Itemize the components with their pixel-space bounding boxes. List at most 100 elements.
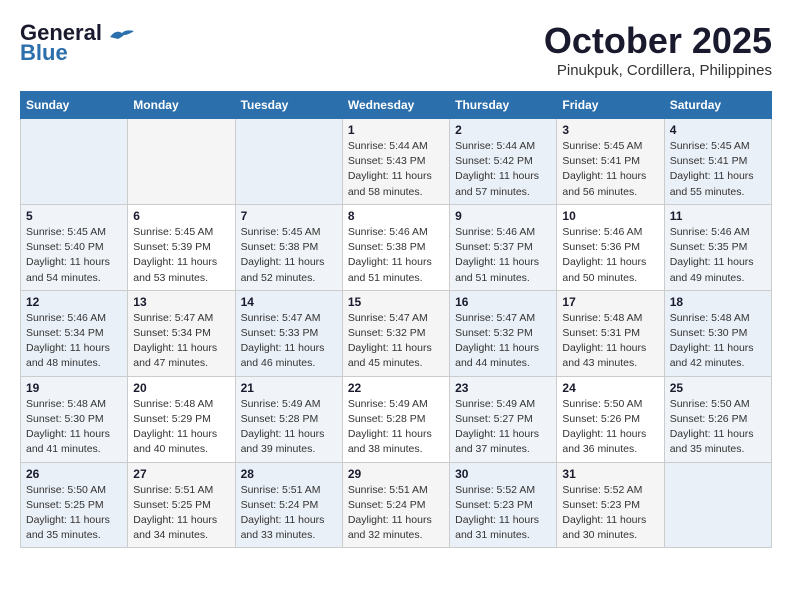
day-info: Sunrise: 5:49 AMSunset: 5:28 PMDaylight:… (241, 397, 337, 458)
sunrise-info: Sunrise: 5:45 AM (562, 140, 642, 152)
sunset-info: Sunset: 5:30 PM (26, 413, 104, 425)
sunset-info: Sunset: 5:34 PM (133, 327, 211, 339)
day-number: 2 (455, 123, 551, 137)
sunset-info: Sunset: 5:32 PM (348, 327, 426, 339)
daylight-hours: Daylight: 11 hours and 40 minutes. (133, 428, 217, 455)
sunrise-info: Sunrise: 5:45 AM (241, 226, 321, 238)
sunset-info: Sunset: 5:39 PM (133, 241, 211, 253)
calendar-cell: 8 Sunrise: 5:46 AMSunset: 5:38 PMDaylight… (342, 204, 449, 290)
day-number: 19 (26, 381, 122, 395)
day-info: Sunrise: 5:52 AMSunset: 5:23 PMDaylight:… (455, 483, 551, 544)
daylight-hours: Daylight: 11 hours and 42 minutes. (670, 342, 754, 369)
sunrise-info: Sunrise: 5:50 AM (562, 398, 642, 410)
calendar-cell: 6Sunrise: 5:45 AMSunset: 5:39 PMDaylight… (128, 204, 235, 290)
page-header: General Blue October 2025 Pinukpuk, Cord… (20, 20, 772, 79)
day-number: 25 (670, 381, 766, 395)
sunset-info: Sunset: 5:33 PM (241, 327, 319, 339)
day-info: Sunrise: 5:46 AMSunset: 5:36 PMDaylight:… (562, 225, 658, 286)
sunset-info: Sunset: 5:37 PM (455, 241, 533, 253)
day-info: Sunrise: 5:47 AM Sunset: 5:32 PM Daylight:… (348, 311, 444, 372)
calendar-cell: 12Sunrise: 5:46 AMSunset: 5:34 PMDayligh… (21, 290, 128, 376)
calendar-cell: 20Sunrise: 5:48 AMSunset: 5:29 PMDayligh… (128, 376, 235, 462)
calendar-cell: 4Sunrise: 5:45 AMSunset: 5:41 PMDaylight… (664, 119, 771, 205)
daylight-hours: Daylight: 11 hours and 46 minutes. (241, 342, 325, 369)
calendar-cell: 24 Sunrise: 5:50 AM Sunset: 5:26 PM Dayligh… (557, 376, 664, 462)
sunrise-info: Sunrise: 5:47 AM (348, 312, 428, 324)
day-info: Sunrise: 5:51 AMSunset: 5:24 PMDaylight:… (348, 483, 444, 544)
calendar-cell: 21Sunrise: 5:49 AMSunset: 5:28 PMDayligh… (235, 376, 342, 462)
sunset-info: Sunset: 5:24 PM (348, 499, 426, 511)
header-thursday: Thursday (450, 92, 557, 119)
daylight-hours: Daylight: 11 hours and 55 minutes. (670, 170, 754, 197)
day-number: 5 (26, 209, 122, 223)
day-info: Sunrise: 5:50 AM Sunset: 5:26 PM Daylight:… (562, 397, 658, 458)
sunset-info: Sunset: 5:26 PM (562, 413, 640, 425)
day-number: 24 (562, 381, 658, 395)
day-info: Sunrise: 5:50 AMSunset: 5:26 PMDaylight:… (670, 397, 766, 458)
day-number: 10 (562, 209, 658, 223)
daylight-hours: Daylight: 11 hours and 38 minutes. (348, 428, 432, 455)
sunrise-info: Sunrise: 5:47 AM (133, 312, 213, 324)
daylight-hours: Daylight: 11 hours and 37 minutes. (455, 428, 539, 455)
day-info: Sunrise: 5:48 AMSunset: 5:30 PMDaylight:… (670, 311, 766, 372)
day-info: Sunrise: 5:47 AM Sunset: 5:33 PM Daylight:… (241, 311, 337, 372)
calendar-cell: 11Sunrise: 5:46 AMSunset: 5:35 PMDayligh… (664, 204, 771, 290)
sunrise-info: Sunrise: 5:46 AM (26, 312, 106, 324)
daylight-hours: Daylight: 11 hours and 35 minutes. (670, 428, 754, 455)
calendar-cell: 14Sunrise: 5:47 AMSunset: 5:33 PMDayligh… (235, 290, 342, 376)
daylight-hours: Daylight: 11 hours and 53 minutes. (133, 256, 217, 283)
sunrise-info: Sunrise: 5:44 AM (348, 140, 428, 152)
day-number: 7 (241, 209, 337, 223)
calendar-cell: 5Sunrise: 5:45 AMSunset: 5:40 PMDaylight… (21, 204, 128, 290)
sunrise-info: Sunrise: 5:46 AM (670, 226, 750, 238)
day-info: Sunrise: 5:47 AMSunset: 5:32 PMDaylight:… (455, 311, 551, 372)
sunrise-info: Sunrise: 5:44 AM (455, 140, 535, 152)
daylight-hours: Daylight: 11 hours and 51 minutes. (455, 256, 539, 283)
sunrise-info: Sunrise: 5:45 AM (133, 226, 213, 238)
day-number: 13 (133, 295, 229, 309)
daylight-hours: Daylight: 11 hours and 58 minutes. (348, 170, 432, 197)
daylight-hours: Daylight: 11 hours and 43 minutes. (562, 342, 646, 369)
sunset-info: Sunset: 5:27 PM (455, 413, 533, 425)
calendar-cell: 9Sunrise: 5:46 AMSunset: 5:37 PMDaylight… (450, 204, 557, 290)
sunrise-info: Sunrise: 5:50 AM (26, 484, 106, 496)
day-number: 26 (26, 467, 122, 481)
day-number: 8 (348, 209, 444, 223)
day-number: 22 (348, 381, 444, 395)
daylight-hours: Daylight: 11 hours and 57 minutes. (455, 170, 539, 197)
calendar-cell: 18Sunrise: 5:48 AMSunset: 5:30 PMDayligh… (664, 290, 771, 376)
sunset-info: Sunset: 5:40 PM (26, 241, 104, 253)
sunrise-info: Sunrise: 5:47 AM (241, 312, 321, 324)
sunrise-info: Sunrise: 5:46 AM (455, 226, 535, 238)
logo-text-blue: Blue (20, 40, 68, 66)
calendar-cell: 16Sunrise: 5:47 AMSunset: 5:32 PMDayligh… (450, 290, 557, 376)
day-info: Sunrise: 5:50 AM Sunset: 5:25 PM Daylight:… (26, 483, 122, 544)
header-tuesday: Tuesday (235, 92, 342, 119)
sunrise-info: Sunrise: 5:48 AM (26, 398, 106, 410)
sunset-info: Sunset: 5:28 PM (348, 413, 426, 425)
calendar-cell: 3Sunrise: 5:45 AMSunset: 5:41 PMDaylight… (557, 119, 664, 205)
sunset-info: Sunset: 5:35 PM (670, 241, 748, 253)
calendar-cell: 19Sunrise: 5:48 AMSunset: 5:30 PMDayligh… (21, 376, 128, 462)
day-number: 30 (455, 467, 551, 481)
day-info: Sunrise: 5:51 AMSunset: 5:25 PMDaylight:… (133, 483, 229, 544)
sunset-info: Sunset: 5:41 PM (562, 155, 640, 167)
sunset-info: Sunset: 5:41 PM (670, 155, 748, 167)
daylight-hours: Daylight: 11 hours and 39 minutes. (241, 428, 325, 455)
day-info: Sunrise: 5:46 AMSunset: 5:38 PMDaylight:… (348, 225, 444, 286)
daylight-hours: Daylight: 11 hours and 44 minutes. (455, 342, 539, 369)
day-number: 29 (348, 467, 444, 481)
sunset-info: Sunset: 5:25 PM (26, 499, 104, 511)
calendar-cell (235, 119, 342, 205)
sunrise-info: Sunrise: 5:47 AM (455, 312, 535, 324)
calendar-cell: 29 Sunrise: 5:51 AMSunset: 5:24 PMDayligh… (342, 462, 449, 548)
daylight-hours: Daylight: 11 hours and 52 minutes. (241, 256, 325, 283)
sunrise-info: Sunrise: 5:45 AM (26, 226, 106, 238)
sunrise-info: Sunrise: 5:48 AM (562, 312, 642, 324)
calendar-cell (128, 119, 235, 205)
day-info: Sunrise: 5:49 AMSunset: 5:27 PMDaylight:… (455, 397, 551, 458)
calendar-week-row: 1Sunrise: 5:44 AMSunset: 5:43 PMDaylight… (21, 119, 772, 205)
daylight-hours: Daylight: 11 hours and 36 minutes. (562, 428, 646, 455)
daylight-hours: Daylight: 11 hours and 35 minutes. (26, 514, 110, 541)
daylight-hours: Daylight: 11 hours and 45 minutes. (348, 342, 432, 369)
